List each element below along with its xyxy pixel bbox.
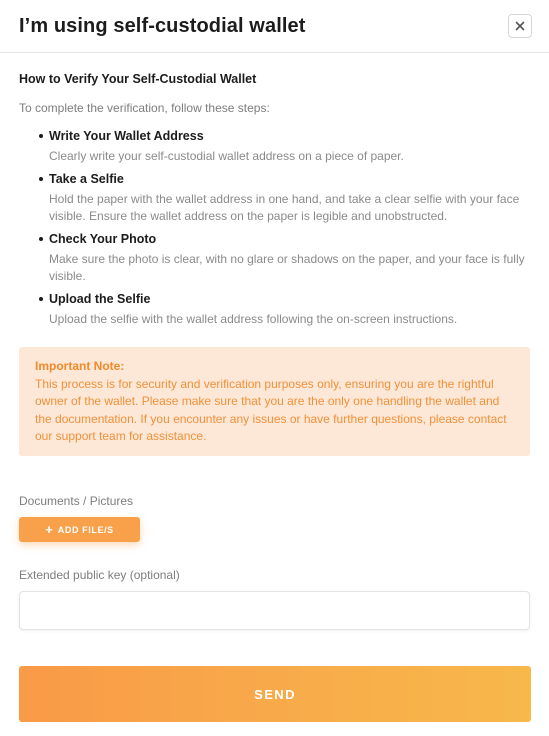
modal-content: How to Verify Your Self-Custodial Wallet… <box>0 72 549 631</box>
add-files-label: ADD FILE/S <box>57 524 114 535</box>
steps-list: Write Your Wallet Address Clearly write … <box>19 128 530 328</box>
list-item: Check Your Photo Make sure the photo is … <box>39 231 530 285</box>
send-button[interactable]: SEND <box>19 666 531 722</box>
important-note: Important Note: This process is for secu… <box>19 347 530 457</box>
modal-header: I’m using self-custodial wallet <box>0 0 549 53</box>
list-item: Upload the Selfie Upload the selfie with… <box>39 291 530 328</box>
add-files-button[interactable]: + ADD FILE/S <box>19 517 140 543</box>
documents-label: Documents / Pictures <box>19 494 134 509</box>
step-description: Hold the paper with the wallet address i… <box>49 192 520 223</box>
step-description: Make sure the photo is clear, with no gl… <box>49 252 525 283</box>
close-icon <box>515 21 525 31</box>
step-title: Write Your Wallet Address <box>49 129 204 143</box>
step-title: Check Your Photo <box>49 232 157 246</box>
section-title: How to Verify Your Self-Custodial Wallet <box>19 72 257 86</box>
step-description: Clearly write your self-custodial wallet… <box>49 149 404 163</box>
close-button[interactable] <box>508 14 532 38</box>
xpub-input[interactable] <box>19 591 530 631</box>
note-title: Important Note: <box>35 359 125 373</box>
plus-icon: + <box>45 522 53 538</box>
modal-title: I’m using self-custodial wallet <box>19 14 306 37</box>
list-item: Write Your Wallet Address Clearly write … <box>39 128 530 165</box>
intro-text: To complete the verification, follow the… <box>19 101 270 115</box>
step-description: Upload the selfie with the wallet addres… <box>49 312 458 326</box>
send-label: SEND <box>254 686 296 702</box>
xpub-label: Extended public key (optional) <box>19 568 180 583</box>
list-item: Take a Selfie Hold the paper with the wa… <box>39 171 530 225</box>
step-title: Take a Selfie <box>49 172 124 186</box>
step-title: Upload the Selfie <box>49 292 151 306</box>
note-text: This process is for security and verific… <box>35 377 507 443</box>
